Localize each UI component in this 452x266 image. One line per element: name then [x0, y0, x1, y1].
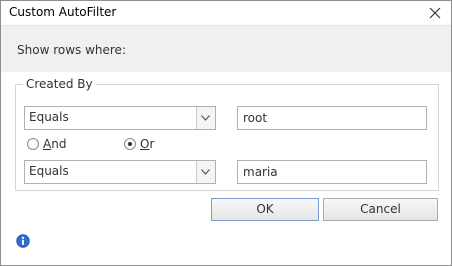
value-1-field[interactable]	[237, 106, 427, 130]
instruction-band: Show rows where:	[1, 25, 451, 72]
ok-button[interactable]: OK	[211, 198, 319, 221]
window-title: Custom AutoFilter	[9, 5, 117, 19]
and-radio[interactable]: And	[27, 137, 71, 153]
value-2-field[interactable]	[237, 160, 427, 184]
operator-2-dropdown-button[interactable]	[196, 161, 215, 183]
chevron-down-icon	[201, 169, 210, 175]
or-radio[interactable]: Or	[124, 137, 160, 153]
title-bar: Custom AutoFilter	[1, 1, 451, 25]
close-button[interactable]	[421, 2, 449, 24]
operator-1-dropdown-button[interactable]	[196, 107, 215, 129]
chevron-down-icon	[201, 115, 210, 121]
cancel-button-label: Cancel	[360, 202, 401, 216]
or-radio-circle[interactable]	[124, 138, 136, 150]
operator-2-value: Equals	[29, 164, 69, 178]
cancel-button[interactable]: Cancel	[323, 198, 438, 221]
group-label: Created By	[23, 77, 96, 91]
operator-2-select[interactable]: Equals	[24, 160, 216, 184]
operator-1-value: Equals	[29, 110, 69, 124]
close-icon	[429, 7, 441, 19]
ok-button-label: OK	[256, 202, 274, 216]
and-radio-circle[interactable]	[27, 138, 39, 150]
info-icon[interactable]	[16, 234, 30, 248]
or-radio-selected-dot	[128, 142, 132, 146]
or-radio-label: Or	[140, 137, 155, 151]
instruction-text: Show rows where:	[17, 43, 126, 57]
operator-1-select[interactable]: Equals	[24, 106, 216, 130]
and-radio-label: And	[43, 137, 67, 151]
